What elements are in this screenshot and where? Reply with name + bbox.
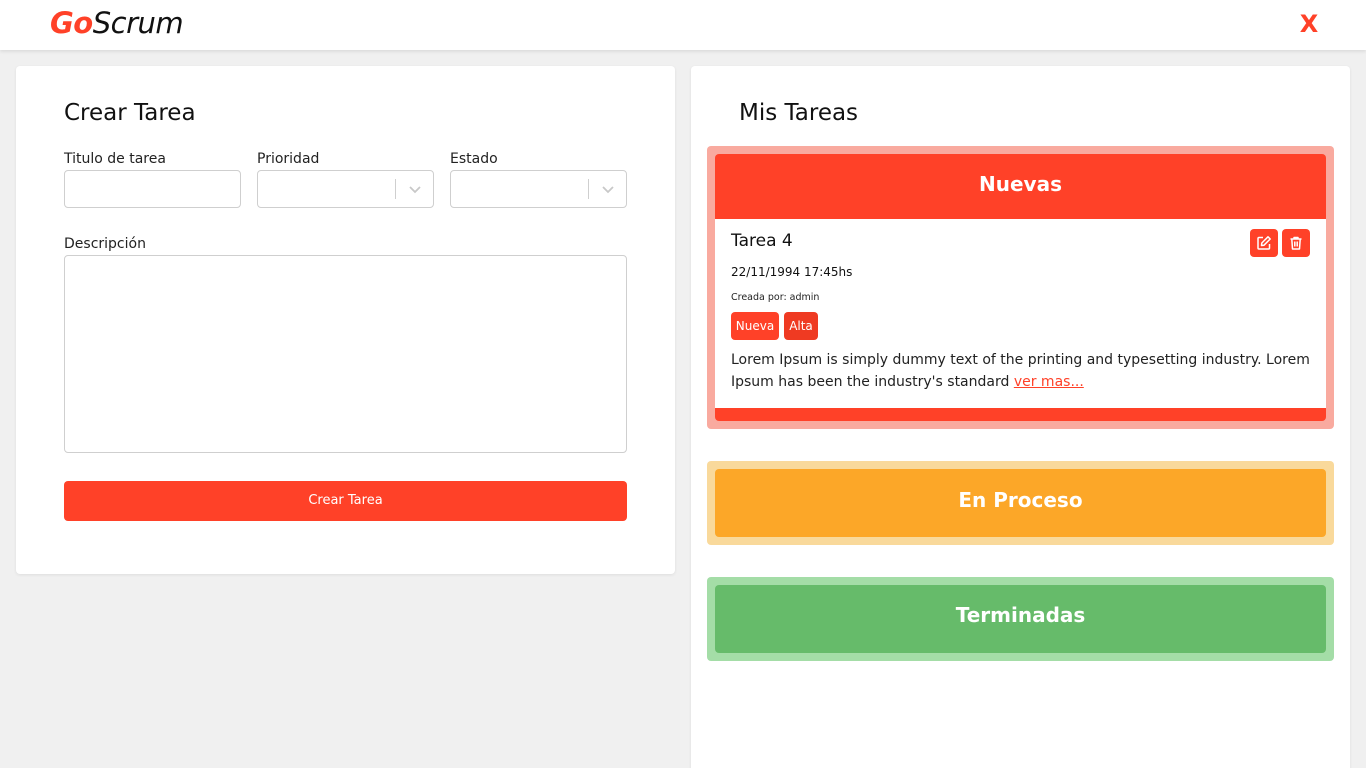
- group-in-progress: En Proceso: [707, 461, 1334, 545]
- status-select[interactable]: [450, 170, 627, 208]
- logo-scrum: Scrum: [92, 6, 184, 40]
- task-date: 22/11/1994 17:45hs: [731, 265, 853, 279]
- logo: GoScrum: [50, 6, 184, 40]
- my-tasks-card: Mis Tareas Nuevas Tarea 4 22/11/1994 17:…: [691, 66, 1350, 768]
- close-button[interactable]: X: [1296, 10, 1322, 38]
- edit-icon: [1257, 236, 1271, 250]
- task-title-input[interactable]: [64, 170, 241, 208]
- task-title: Tarea 4: [731, 231, 793, 251]
- group-in-progress-header: En Proceso: [715, 469, 1326, 537]
- logo-go: Go: [50, 6, 93, 40]
- create-task-button[interactable]: Crear Tarea: [64, 481, 627, 521]
- my-tasks-title: Mis Tareas: [739, 100, 859, 126]
- group-new-header: Nuevas: [715, 154, 1326, 219]
- edit-task-button[interactable]: [1250, 229, 1278, 257]
- status-tag: Nueva: [731, 312, 779, 340]
- priority-select[interactable]: [257, 170, 434, 208]
- group-new: Nuevas Tarea 4 22/11/1994 17:45hs Creada…: [707, 146, 1334, 429]
- top-bar: GoScrum X: [0, 0, 1366, 50]
- description-textarea[interactable]: [64, 255, 627, 453]
- group-done: Terminadas: [707, 577, 1334, 661]
- priority-tag: Alta: [784, 312, 818, 340]
- task-card: Tarea 4 22/11/1994 17:45hs Creada por: a…: [715, 219, 1326, 408]
- select-separator: [588, 179, 589, 199]
- group-done-header: Terminadas: [715, 585, 1326, 653]
- chevron-down-icon: [409, 186, 421, 194]
- trash-icon: [1290, 236, 1302, 250]
- task-description: Lorem Ipsum is simply dummy text of the …: [731, 349, 1311, 393]
- description-label: Descripción: [64, 236, 146, 252]
- create-task-card: Crear Tarea Titulo de tarea Prioridad Es…: [16, 66, 675, 574]
- delete-task-button[interactable]: [1282, 229, 1310, 257]
- create-task-title: Crear Tarea: [64, 100, 196, 126]
- task-card-footer: [715, 408, 1326, 421]
- status-label: Estado: [450, 151, 498, 167]
- task-title-label: Titulo de tarea: [64, 151, 166, 167]
- chevron-down-icon: [602, 186, 614, 194]
- select-separator: [395, 179, 396, 199]
- see-more-link[interactable]: ver mas...: [1014, 374, 1084, 390]
- task-author: Creada por: admin: [731, 292, 820, 303]
- priority-label: Prioridad: [257, 151, 320, 167]
